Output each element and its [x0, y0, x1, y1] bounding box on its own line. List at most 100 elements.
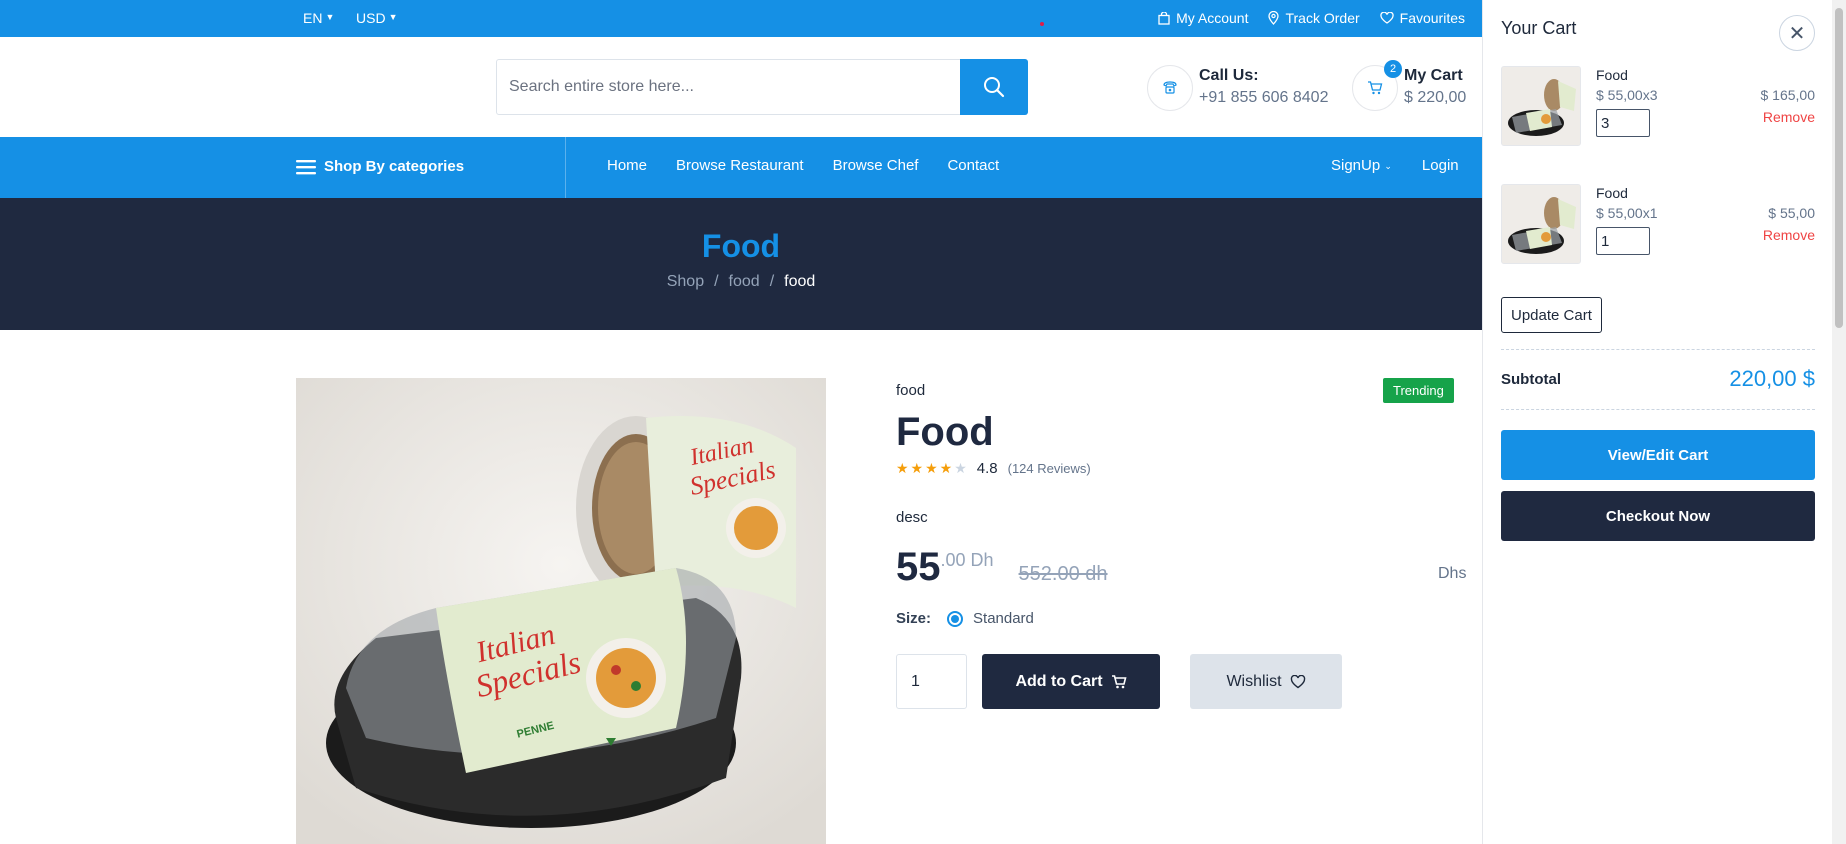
site-header: Call Us: +91 855 606 8402 2 My Cart $ 22…	[0, 37, 1482, 137]
favourites-label: Favourites	[1399, 10, 1465, 26]
checkout-now-button[interactable]: Checkout Now	[1501, 491, 1815, 541]
chevron-down-icon: ▼	[388, 12, 398, 22]
product-description: desc	[896, 509, 928, 526]
cart-item-price-qty: $ 55,00x1	[1596, 205, 1658, 221]
breadcrumb: Shop / food / food	[0, 273, 1482, 291]
search-bar	[496, 59, 1028, 115]
price-main: 55	[896, 545, 941, 589]
price-decimal: .00 Dh	[940, 550, 994, 570]
call-us-label: Call Us:	[1199, 67, 1259, 84]
call-us-number[interactable]: +91 855 606 8402	[1199, 89, 1328, 107]
product-price: 55 .00 Dh 552.00 dh	[896, 545, 1108, 590]
add-to-cart-button[interactable]: Add to Cart	[982, 654, 1160, 709]
size-radio-standard[interactable]	[947, 610, 964, 627]
nav-link-browse-restaurant[interactable]: Browse Restaurant	[676, 157, 804, 174]
top-bar: EN ▼ USD ▼ My Account Track Order Favour…	[0, 0, 1482, 37]
divider	[1501, 349, 1815, 350]
quantity-input[interactable]	[896, 654, 967, 709]
favourites-link[interactable]: Favourites	[1379, 10, 1465, 26]
scrollbar[interactable]	[1832, 0, 1846, 844]
currency-selector[interactable]: USD ▼	[356, 10, 397, 26]
cart-item-quantity-input[interactable]	[1596, 109, 1650, 137]
cart-item: Food $ 55,00x3 $ 165,00 Remove	[1501, 66, 1815, 148]
my-cart-total: $ 220,00	[1404, 89, 1467, 106]
main-nav: Shop By categories Home Browse Restauran…	[0, 137, 1482, 198]
location-pin-icon	[1268, 11, 1280, 25]
size-option-label: Standard	[973, 610, 1034, 627]
currency-value: USD	[356, 10, 386, 26]
close-cart-button[interactable]: ✕	[1779, 15, 1815, 51]
cart-item-thumbnail[interactable]	[1501, 66, 1581, 146]
cart-count-badge: 2	[1384, 60, 1402, 78]
track-order-label: Track Order	[1285, 10, 1360, 26]
price-old: 552.00 dh	[1018, 563, 1108, 585]
scrollbar-thumb[interactable]	[1835, 8, 1843, 328]
product-title: Food	[896, 410, 994, 454]
review-count[interactable]: (124 Reviews)	[1008, 461, 1091, 476]
indicator-dot	[1040, 22, 1044, 26]
nav-link-browse-chef[interactable]: Browse Chef	[833, 157, 919, 174]
cart-panel: Your Cart ✕ Food $ 55,00x3 $ 165,00 Remo…	[1482, 0, 1846, 844]
nav-link-home[interactable]: Home	[607, 157, 647, 174]
close-icon: ✕	[1788, 22, 1806, 45]
cart-item-total: $ 55,00	[1768, 205, 1815, 221]
cart-item-name: Food	[1596, 185, 1628, 201]
page-banner: Food Shop / food / food	[0, 198, 1482, 330]
search-input[interactable]	[497, 60, 960, 114]
cart-item-quantity-input[interactable]	[1596, 227, 1650, 255]
subtotal-label: Subtotal	[1501, 370, 1561, 388]
cart-item-remove-link[interactable]: Remove	[1763, 109, 1815, 125]
language-value: EN	[303, 10, 323, 26]
signup-dropdown[interactable]: SignUp ⌄	[1331, 157, 1392, 174]
star-rating-icon: ★★★★★	[896, 460, 969, 476]
wishlist-label: Wishlist	[1226, 672, 1282, 690]
size-selector: Size: Standard	[896, 610, 1034, 627]
nav-link-contact[interactable]: Contact	[947, 157, 999, 174]
breadcrumb-shop[interactable]: Shop	[667, 273, 704, 291]
shop-by-categories-label: Shop By categories	[324, 158, 465, 175]
product-image[interactable]: Italian Specials Italian Specials PENNE	[296, 378, 826, 844]
search-icon	[984, 77, 1005, 98]
update-cart-button[interactable]: Update Cart	[1501, 297, 1602, 333]
breadcrumb-current: food	[784, 273, 816, 290]
size-label: Size:	[896, 610, 932, 627]
page-title: Food	[701, 228, 781, 264]
language-selector[interactable]: EN ▼	[303, 10, 334, 26]
hamburger-menu-icon	[296, 159, 316, 174]
my-account-link[interactable]: My Account	[1158, 10, 1248, 26]
chevron-down-icon: ⌄	[1384, 161, 1392, 171]
divider	[1501, 409, 1815, 410]
product-category[interactable]: food	[896, 382, 925, 399]
food-container-illustration: Italian Specials Italian Specials PENNE	[296, 378, 826, 844]
wishlist-button[interactable]: Wishlist	[1190, 654, 1342, 709]
phone-icon	[1147, 65, 1193, 111]
subtotal-value: 220,00 $	[1729, 366, 1815, 391]
search-button[interactable]	[960, 59, 1028, 115]
track-order-link[interactable]: Track Order	[1268, 10, 1360, 26]
chevron-down-icon: ▼	[325, 12, 335, 22]
signup-label: SignUp	[1331, 157, 1381, 174]
heart-icon	[1379, 12, 1394, 24]
heart-icon	[1290, 674, 1305, 688]
cart-subtotal: Subtotal 220,00 $	[1501, 366, 1815, 392]
cart-item-price-qty: $ 55,00x3	[1596, 87, 1658, 103]
call-us-block: Call Us: +91 855 606 8402	[1199, 67, 1328, 107]
bag-icon	[1158, 11, 1170, 25]
breadcrumb-separator: /	[714, 273, 719, 290]
cart-item-thumbnail[interactable]	[1501, 184, 1581, 264]
breadcrumb-separator: /	[769, 273, 775, 290]
add-to-cart-label: Add to Cart	[1015, 672, 1103, 690]
currency-note: Dhs	[1438, 565, 1467, 582]
trending-badge: Trending	[1383, 378, 1454, 403]
my-account-label: My Account	[1176, 10, 1249, 26]
shop-by-categories-button[interactable]: Shop By categories	[296, 158, 464, 175]
rating-score: 4.8	[976, 460, 998, 477]
my-cart-label: My Cart	[1404, 67, 1463, 84]
my-cart-block[interactable]: My Cart $ 220,00	[1404, 67, 1466, 107]
login-link[interactable]: Login	[1422, 157, 1459, 174]
cart-item-remove-link[interactable]: Remove	[1763, 227, 1815, 243]
view-edit-cart-button[interactable]: View/Edit Cart	[1501, 430, 1815, 480]
cart-item: Food $ 55,00x1 $ 55,00 Remove	[1501, 184, 1815, 266]
cart-icon	[1111, 674, 1127, 688]
breadcrumb-food[interactable]: food	[729, 273, 760, 291]
